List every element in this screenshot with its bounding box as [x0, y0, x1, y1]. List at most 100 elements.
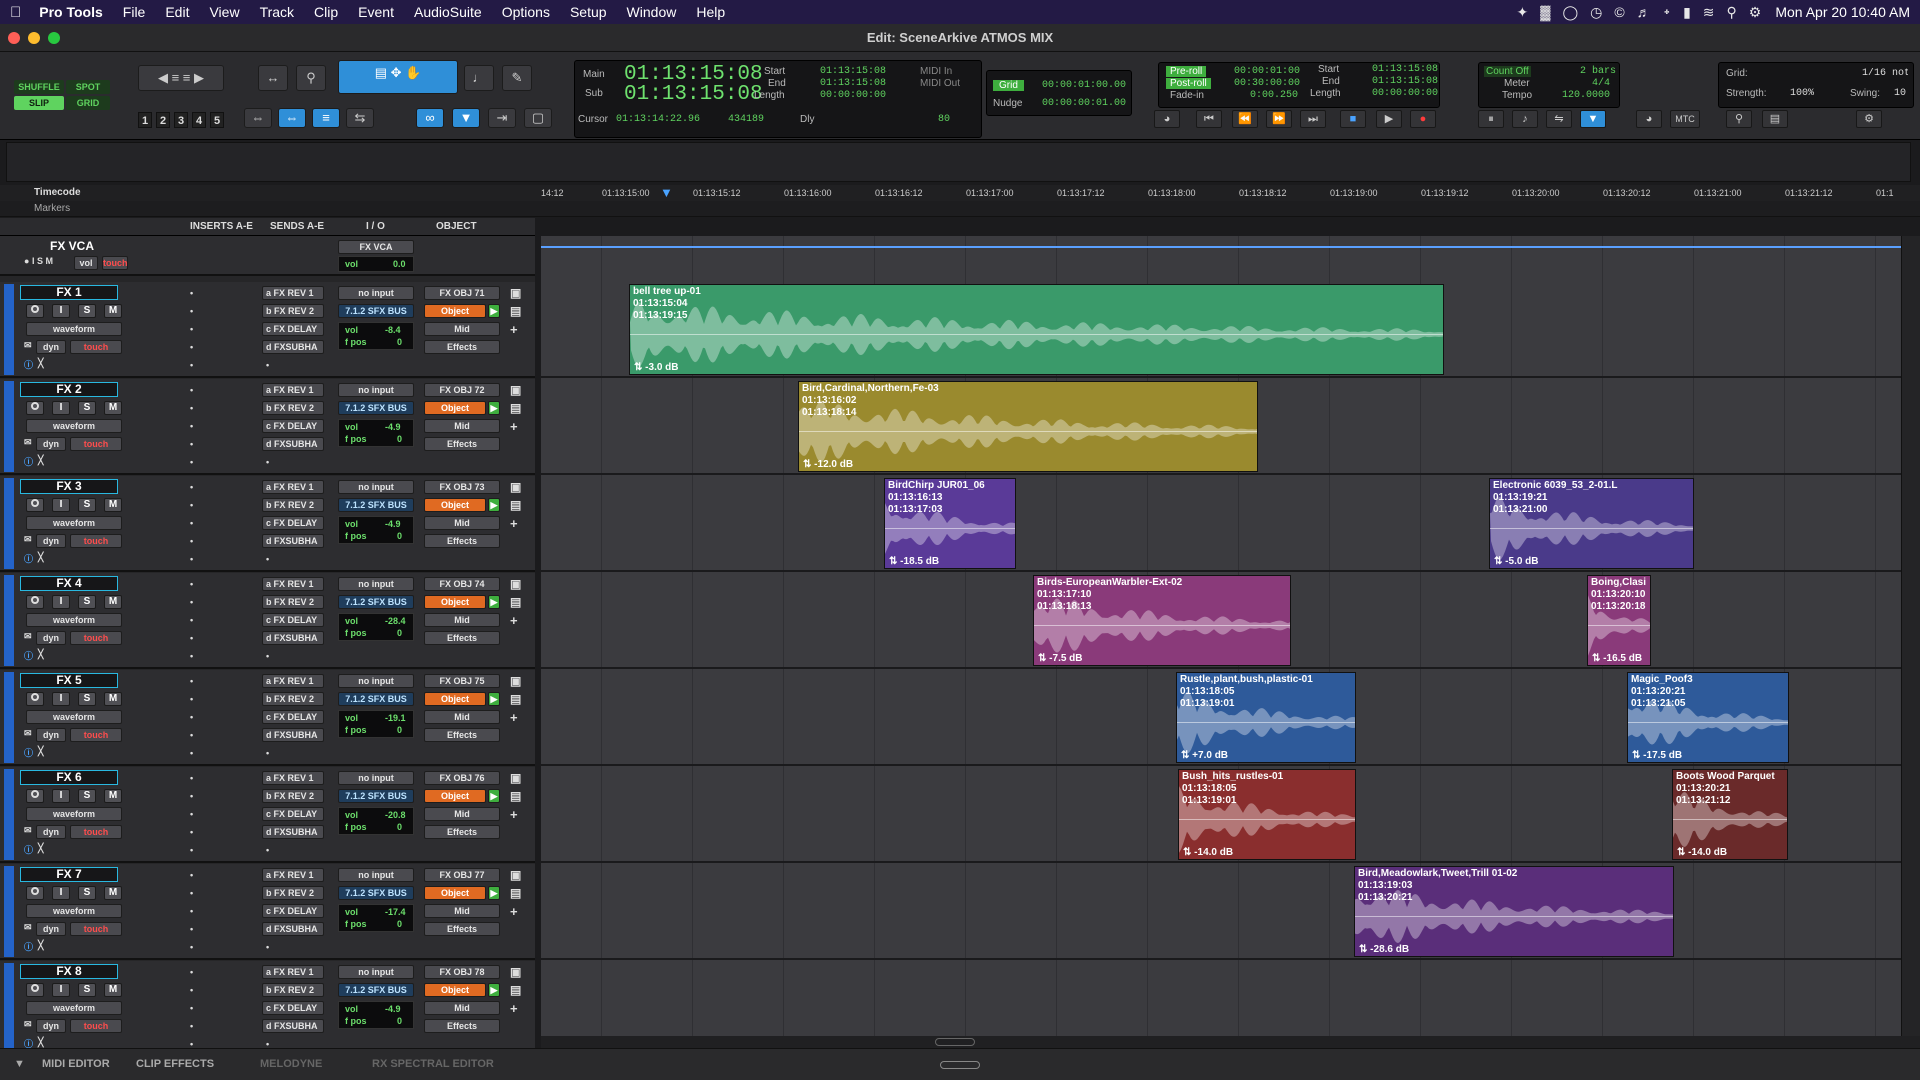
quantize-grid-value[interactable]: 1/16 note [1862, 68, 1908, 79]
record-enable-button[interactable] [26, 983, 44, 997]
effects-selector[interactable]: Effects [424, 631, 500, 645]
output-selector[interactable]: 7.1.2 SFX BUS [338, 304, 414, 318]
scrub-tool[interactable]: ♩ [464, 65, 494, 91]
sparkle-icon[interactable]: ✦ [1517, 4, 1529, 21]
input-selector[interactable]: no input [338, 965, 414, 979]
lower-zone-resize-handle[interactable] [940, 1061, 980, 1069]
insert-slot[interactable]: • [190, 633, 193, 643]
sel-start-value[interactable]: 01:13:15:08 [820, 66, 886, 77]
insert-slot[interactable]: • [190, 457, 193, 467]
insert-slot[interactable]: • [190, 518, 193, 528]
audio-clip[interactable]: Bush_hits_rustles-01 01:13:18:05 01:13:1… [1178, 769, 1356, 860]
send-c[interactable]: c FX DELAY [262, 904, 324, 918]
zoom-window-button[interactable] [48, 32, 60, 44]
vca-io-selector[interactable]: FX VCA [338, 240, 414, 254]
send-b[interactable]: b FX REV 2 [262, 304, 324, 318]
track-name[interactable]: FX 5 [20, 673, 118, 688]
insert-slot[interactable]: • [190, 385, 193, 395]
object-output-selector[interactable]: FX OBJ 71 [424, 286, 500, 300]
object-enable-icon[interactable]: ▶ [488, 692, 500, 706]
audio-clip[interactable]: BirdChirp JUR01_06 01:13:16:13 01:13:17:… [884, 478, 1016, 569]
clip-gain[interactable]: ⇅ -16.5 dB [1592, 653, 1642, 664]
send-slot-e[interactable]: • [266, 845, 269, 855]
automation-lane-selector[interactable]: dyn [36, 631, 66, 645]
track-options-icon[interactable]: ▣ [510, 286, 521, 300]
lower-zone-toggle-icon[interactable]: ▼ [14, 1058, 25, 1070]
add-lane-icon[interactable]: + [510, 419, 518, 434]
object-mode-button[interactable]: Object [424, 692, 486, 706]
send-a[interactable]: a FX REV 1 [262, 771, 324, 785]
object-mode-button[interactable]: Object [424, 983, 486, 997]
transport-end-value[interactable]: 01:13:15:08 [1372, 76, 1438, 87]
send-d[interactable]: d FXSUBHA [262, 340, 324, 354]
send-b[interactable]: b FX REV 2 [262, 498, 324, 512]
send-a[interactable]: a FX REV 1 [262, 965, 324, 979]
input-monitor-button[interactable]: I [52, 498, 70, 512]
track-view-selector[interactable]: waveform [26, 516, 122, 530]
menu-app[interactable]: Pro Tools [39, 4, 103, 20]
insert-slot[interactable]: • [190, 845, 193, 855]
slip-mode-button[interactable]: SLIP [14, 96, 64, 110]
send-c[interactable]: c FX DELAY [262, 710, 324, 724]
countoff-label[interactable]: Count Off [1484, 66, 1531, 77]
clip-gain[interactable]: ⇅ -28.6 dB [1359, 944, 1409, 955]
output-selector[interactable]: 7.1.2 SFX BUS [338, 886, 414, 900]
object-output-selector[interactable]: FX OBJ 78 [424, 965, 500, 979]
menu-help[interactable]: Help [696, 4, 725, 20]
insert-slot[interactable]: • [190, 615, 193, 625]
online-icon[interactable]: ◕ [1154, 110, 1180, 128]
edit-tools-group[interactable]: ▤ ✥ ✋ [338, 60, 458, 94]
insert-slot[interactable]: • [190, 421, 193, 431]
audio-clip[interactable]: bell tree up-01 01:13:15:04 01:13:19:15 … [629, 284, 1444, 375]
delay-comp-label[interactable]: Dly [800, 114, 814, 125]
minimize-window-button[interactable] [28, 32, 40, 44]
object-size-selector[interactable]: Mid [424, 1001, 500, 1015]
add-lane-icon[interactable]: + [510, 710, 518, 725]
insert-slot[interactable]: • [190, 306, 193, 316]
audio-clip[interactable]: Boing,Clasi 01:13:20:10 01:13:20:18 ⇅ -1… [1587, 575, 1651, 666]
sel-end-value[interactable]: 01:13:15:08 [820, 78, 886, 89]
voice-icon[interactable]: ⓘ [24, 649, 33, 662]
insert-slot[interactable]: • [190, 748, 193, 758]
send-b[interactable]: b FX REV 2 [262, 692, 324, 706]
volume-icon[interactable]: ♬ [1637, 4, 1651, 21]
insert-slot[interactable]: • [190, 791, 193, 801]
pin-icon[interactable]: ╳ [38, 940, 43, 951]
zoom-preset-5[interactable]: 5 [210, 112, 224, 128]
object-size-selector[interactable]: Mid [424, 904, 500, 918]
volume-pan-display[interactable]: vol -4.9 f pos 0 [338, 419, 414, 447]
menu-clip[interactable]: Clip [314, 4, 338, 20]
input-selector[interactable]: no input [338, 868, 414, 882]
insert-slot[interactable]: • [190, 827, 193, 837]
wifi-icon[interactable]: ≋ [1703, 4, 1715, 21]
grid-label[interactable]: Grid [993, 80, 1024, 91]
tab-to-transient-button[interactable]: ⇥ [488, 108, 516, 128]
add-lane-icon[interactable]: + [510, 904, 518, 919]
automation-expand-icon[interactable]: ✉ [24, 825, 32, 836]
insert-slot[interactable]: • [190, 809, 193, 819]
automation-lane-selector[interactable]: dyn [36, 1019, 66, 1033]
step-input-icon[interactable]: ▤ [1762, 110, 1788, 128]
object-enable-icon[interactable]: ▶ [488, 304, 500, 318]
track-options-icon[interactable]: ▣ [510, 965, 521, 979]
track-name[interactable]: FX 4 [20, 576, 118, 591]
automation-lane-selector[interactable]: dyn [36, 728, 66, 742]
pin-icon[interactable]: ╳ [38, 358, 43, 369]
send-d[interactable]: d FXSUBHA [262, 1019, 324, 1033]
track-options-icon[interactable]: ▣ [510, 383, 521, 397]
send-d[interactable]: d FXSUBHA [262, 631, 324, 645]
insert-slot[interactable]: • [190, 985, 193, 995]
track-view-selector[interactable]: waveform [26, 322, 122, 336]
vca-automation-mode[interactable]: touch [102, 256, 128, 270]
return-to-zero-icon[interactable]: ⏮ [1196, 110, 1222, 128]
preroll-value[interactable]: 00:00:01:00 [1234, 66, 1300, 77]
send-b[interactable]: b FX REV 2 [262, 401, 324, 415]
automation-expand-icon[interactable]: ✉ [24, 631, 32, 642]
send-c[interactable]: c FX DELAY [262, 419, 324, 433]
record-enable-button[interactable] [26, 401, 44, 415]
track-view-selector[interactable]: waveform [26, 710, 122, 724]
input-selector[interactable]: no input [338, 674, 414, 688]
object-enable-icon[interactable]: ▶ [488, 983, 500, 997]
track-name[interactable]: FX 6 [20, 770, 118, 785]
object-output-selector[interactable]: FX OBJ 74 [424, 577, 500, 591]
